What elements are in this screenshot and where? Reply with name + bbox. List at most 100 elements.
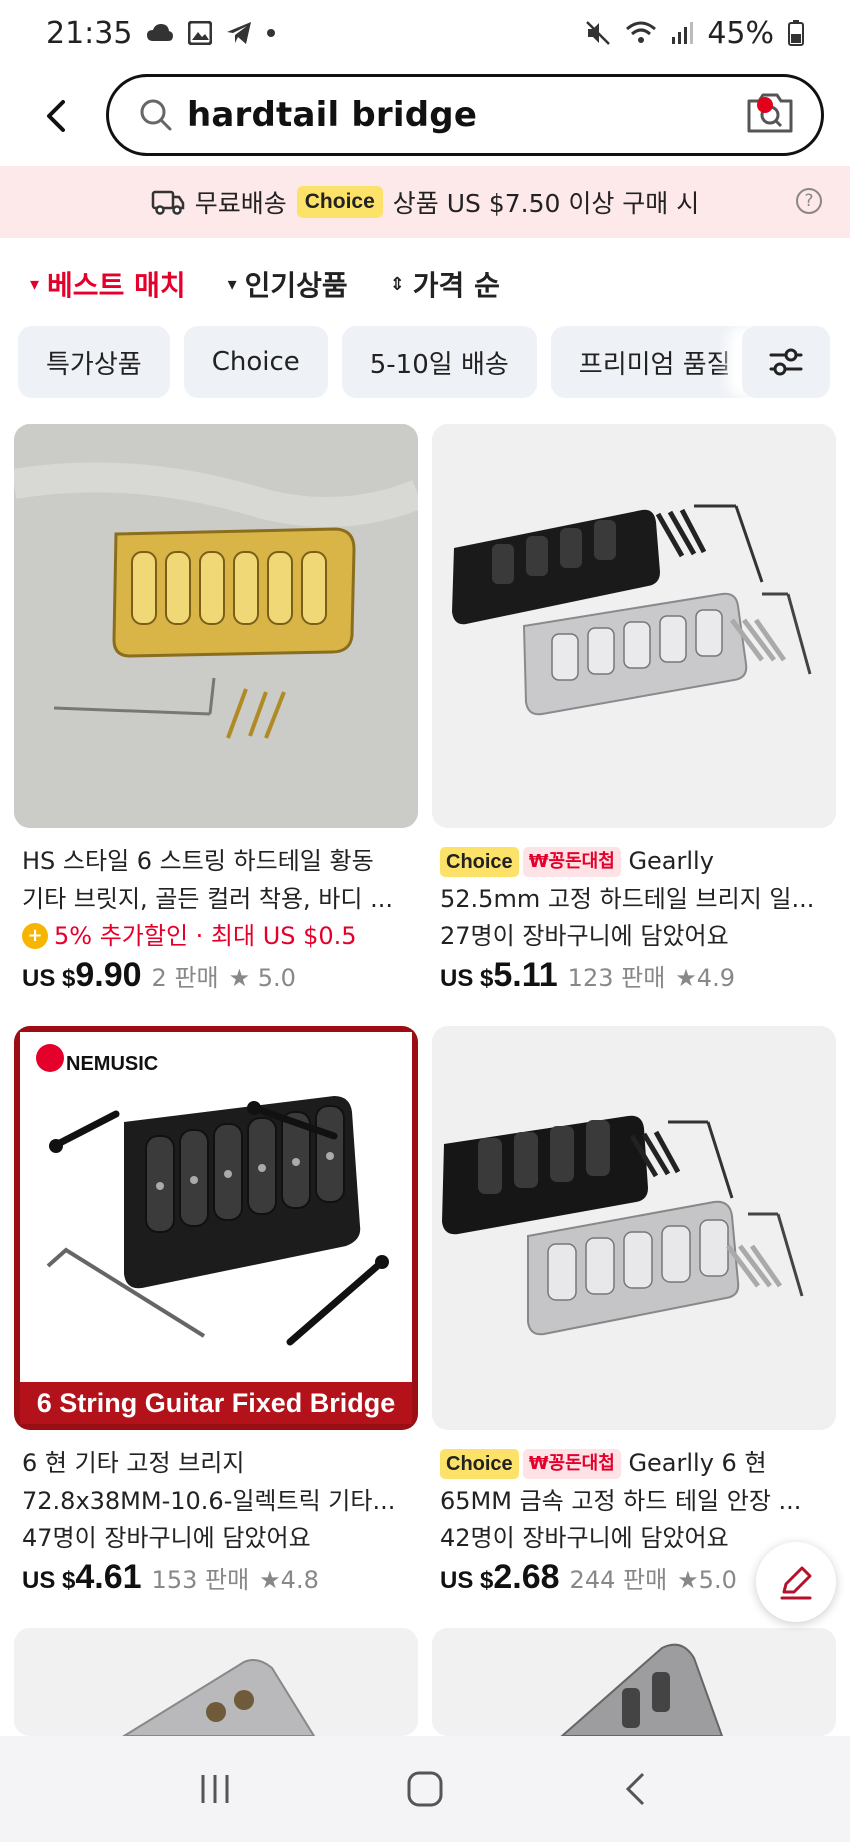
product-title[interactable]: HS 스타일 6 스트링 하드테일 황동 기타 브릿지, 골든 컬러 착용, 바… — [14, 842, 418, 918]
product-title[interactable]: 6 현 기타 고정 브리지 72.8x38MM-10.6-일렉트릭 기타... — [14, 1444, 418, 1520]
price-row: US $5.11 123 판매 ★4.9 — [432, 956, 836, 995]
search-query: hardtail bridge — [187, 95, 478, 135]
product-image[interactable] — [14, 1628, 418, 1736]
rating: ★4.9 — [675, 964, 735, 992]
product-title[interactable]: Choice ₩꽁돈대첩 Gearlly 52.5mm 고정 하드테일 브리지 일… — [432, 842, 836, 918]
title-line-1: HS 스타일 6 스트링 하드테일 황동 — [22, 847, 374, 875]
title-line-2: 기타 브릿지, 골든 컬러 착용, 바디 ... — [22, 885, 393, 913]
sort-price[interactable]: ⇕ 가격 순 — [390, 264, 500, 304]
status-left: 21:35 — [46, 16, 276, 51]
choice-badge: Choice — [440, 1449, 519, 1479]
product-promo: + 5% 추가할인 · 최대 US $0.5 — [14, 918, 418, 954]
bridge-pair-image — [432, 424, 836, 828]
price-value: 4.61 — [75, 1558, 142, 1596]
title-line-2: 72.8x38MM-10.6-일렉트릭 기타... — [22, 1487, 396, 1515]
image-search-button[interactable] — [745, 91, 795, 139]
price-row: US $9.90 2 판매 ★ 5.0 — [14, 956, 418, 995]
search-header: hardtail bridge — [0, 66, 850, 166]
price-prefix: US $ — [440, 1567, 494, 1594]
promo-text: 5% 추가할인 · 최대 US $0.5 — [54, 922, 357, 950]
product-card[interactable]: Choice ₩꽁돈대첩 Gearlly 6 현 65MM 금속 고정 하드 테일… — [432, 1026, 836, 1597]
rating-value: 4.9 — [696, 964, 735, 992]
product-title[interactable]: Choice ₩꽁돈대첩 Gearlly 6 현 65MM 금속 고정 하드 테일… — [432, 1444, 836, 1520]
price: US $5.11 — [440, 956, 558, 995]
title-line-1: Choice ₩꽁돈대첩 Gearlly — [440, 842, 828, 880]
product-card[interactable]: HS 스타일 6 스트링 하드테일 황동 기타 브릿지, 골든 컬러 착용, 바… — [14, 424, 418, 995]
caret-down-icon: ▾ — [30, 273, 40, 295]
title-line-1: 6 현 기타 고정 브리지 — [22, 1449, 245, 1477]
sort-label: 가격 순 — [412, 269, 500, 302]
product-image[interactable]: NEMUSIC 6 String Guitar Fixed Bridge — [14, 1026, 418, 1430]
status-time: 21:35 — [46, 15, 133, 51]
chip-delivery[interactable]: 5-10일 배송 — [341, 326, 537, 398]
caret-down-icon: ▾ — [227, 273, 237, 295]
product-card[interactable] — [432, 1628, 836, 1736]
product-card[interactable]: NEMUSIC 6 String Guitar Fixed Bridge 6 현… — [14, 1026, 418, 1597]
star-icon: ★ — [228, 964, 251, 992]
battery-icon — [788, 20, 804, 46]
product-card[interactable] — [14, 1628, 418, 1736]
brand-text: NEMUSIC — [66, 1053, 158, 1075]
choice-badge: Choice — [296, 186, 383, 218]
rating: ★5.0 — [677, 1566, 737, 1594]
sort-best-match[interactable]: ▾ 베스트 매치 — [30, 264, 186, 304]
chevron-left-icon — [47, 100, 65, 132]
sale-badge: ₩꽁돈대첩 — [522, 847, 621, 877]
search-input[interactable]: hardtail bridge — [106, 74, 824, 156]
help-icon[interactable]: ? — [796, 188, 822, 214]
floating-edit-button[interactable] — [756, 1542, 836, 1622]
filter-chips: 특가상품 Choice 5-10일 배송 프리미엄 품질 — [18, 326, 850, 398]
rating-value: 5.0 — [257, 964, 296, 992]
chip-premium[interactable]: 프리미엄 품질 — [550, 326, 759, 398]
sort-arrows-icon: ⇕ — [389, 273, 405, 295]
filter-button[interactable] — [742, 326, 830, 398]
chip-choice[interactable]: Choice — [183, 326, 328, 398]
promo-banner[interactable]: 무료배송 Choice 상품 US $7.50 이상 구매 시 ? — [0, 166, 850, 238]
dot-icon — [266, 28, 276, 38]
home-button[interactable] — [395, 1759, 455, 1819]
gallery-icon — [188, 21, 213, 45]
rating: ★ 5.0 — [229, 964, 296, 992]
price-prefix: US $ — [22, 965, 76, 992]
chip-deals[interactable]: 특가상품 — [18, 326, 170, 398]
sliders-icon — [769, 348, 803, 376]
product-image[interactable] — [432, 1026, 836, 1430]
back-button[interactable] — [36, 88, 76, 144]
promo-condition: 상품 US $7.50 이상 구매 시 — [392, 189, 700, 218]
product-image[interactable] — [14, 424, 418, 828]
product-card[interactable]: Choice ₩꽁돈대첩 Gearlly 52.5mm 고정 하드테일 브리지 일… — [432, 424, 836, 995]
price: US $9.90 — [22, 956, 142, 995]
choice-badge: Choice — [440, 847, 519, 877]
search-icon — [140, 99, 172, 131]
wifi-icon — [625, 20, 657, 46]
back-icon — [625, 1772, 645, 1806]
bridge-image — [432, 1628, 836, 1736]
sort-popular[interactable]: ▾ 인기상품 — [228, 264, 348, 304]
system-back-button[interactable] — [605, 1759, 665, 1819]
sort-bar: ▾ 베스트 매치 ▾ 인기상품 ⇕ 가격 순 — [0, 260, 850, 308]
star-icon: ★ — [675, 964, 697, 992]
free-shipping-label: 무료배송 — [194, 189, 287, 218]
price: US $4.61 — [22, 1558, 142, 1597]
price: US $2.68 — [440, 1558, 560, 1597]
system-nav-bar — [0, 1736, 850, 1842]
product-promo: 47명이 장바구니에 담았어요 — [22, 1524, 311, 1552]
signal-icon — [671, 21, 694, 45]
price-value: 2.68 — [493, 1558, 560, 1596]
title-line-2: 65MM 금속 고정 하드 테일 안장 ... — [440, 1487, 802, 1515]
title-text: Gearlly 6 현 — [628, 1449, 767, 1477]
price-prefix: US $ — [22, 1567, 76, 1594]
rating-value: 5.0 — [698, 1566, 737, 1594]
title-text: Gearlly — [628, 847, 714, 875]
product-image[interactable] — [432, 424, 836, 828]
bridge-pair-image — [432, 1026, 836, 1430]
title-line-1: Choice ₩꽁돈대첩 Gearlly 6 현 — [440, 1444, 828, 1482]
recent-apps-icon — [201, 1775, 229, 1803]
battery-percent: 45% — [707, 15, 774, 51]
notification-dot — [757, 97, 773, 113]
coin-icon: + — [22, 923, 48, 949]
price-value: 5.11 — [493, 956, 558, 994]
recent-apps-button[interactable] — [185, 1759, 245, 1819]
sold-count: 2 판매 — [151, 964, 219, 992]
product-image[interactable] — [432, 1628, 836, 1736]
